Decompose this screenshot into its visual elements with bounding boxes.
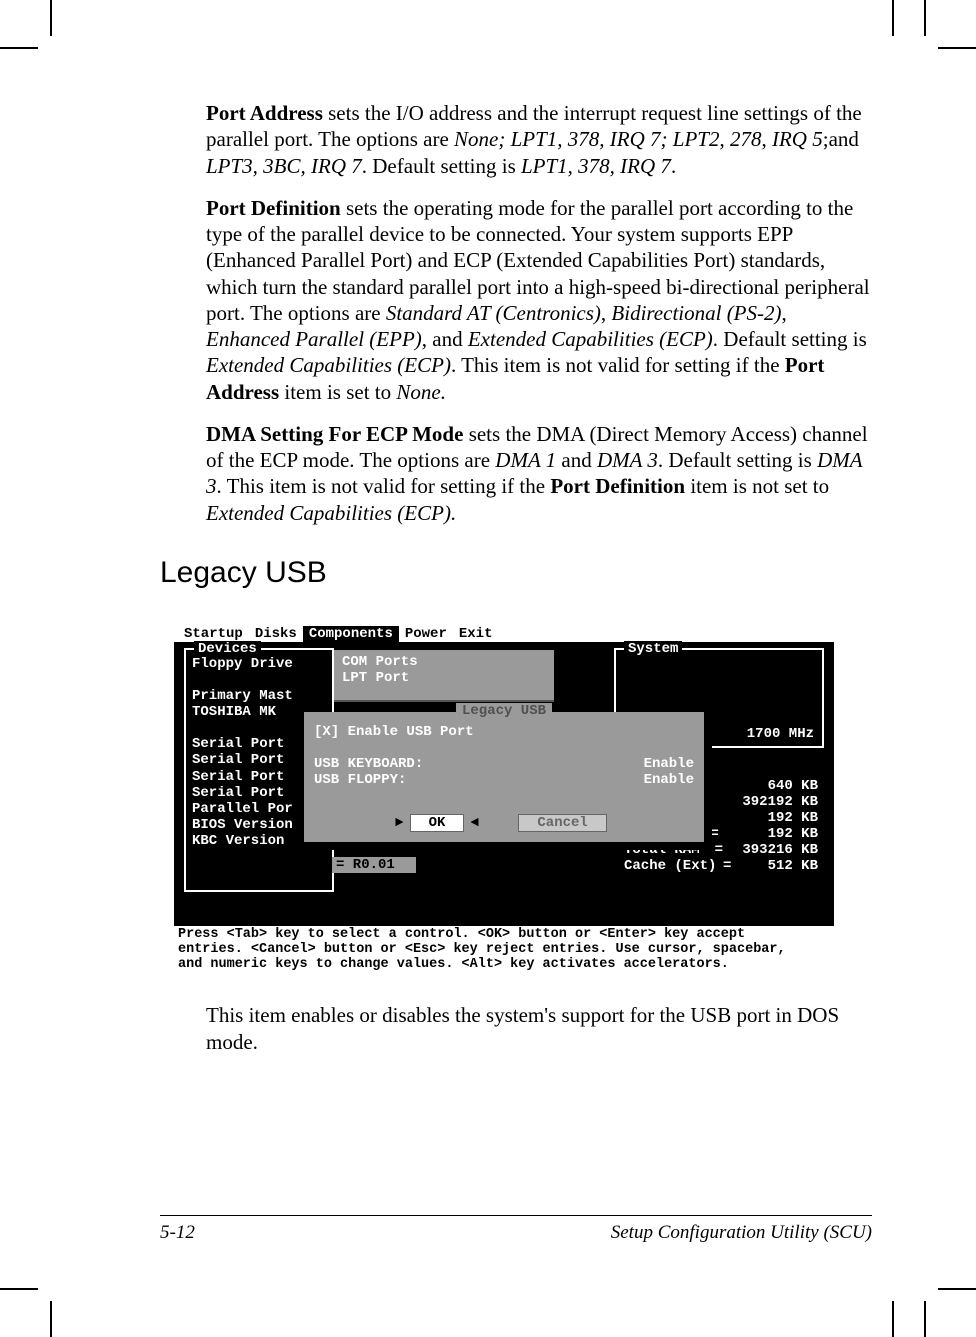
ok-button[interactable]: OK bbox=[410, 814, 465, 832]
bios-screenshot: StartupDisksComponentsPowerExit Devices … bbox=[174, 626, 870, 975]
bios-menu-bar: StartupDisksComponentsPowerExit bbox=[174, 626, 834, 642]
device-line: Primary Mast bbox=[192, 688, 328, 704]
components-submenu: COM Ports LPT Port bbox=[334, 650, 554, 702]
cache-ext-label: Cache (Ext) bbox=[624, 858, 716, 874]
cache-ext-value: 512 KB bbox=[738, 858, 818, 874]
usb-keyboard-label: USB KEYBOARD: bbox=[314, 756, 423, 772]
system-cpu-speed: 1700 MHz bbox=[747, 726, 814, 742]
menu-disks[interactable]: Disks bbox=[249, 626, 303, 642]
footer-page-number: 5-12 bbox=[160, 1222, 195, 1244]
dialog-title: Legacy USB bbox=[456, 703, 552, 719]
submenu-com-ports[interactable]: COM Ports bbox=[342, 654, 546, 670]
footer-title: Setup Configuration Utility (SCU) bbox=[611, 1222, 872, 1244]
memory-value: 192 KB bbox=[738, 810, 818, 826]
menu-power[interactable]: Power bbox=[399, 626, 453, 642]
system-panel-title: System bbox=[624, 641, 682, 657]
devices-panel-title: Devices bbox=[194, 641, 261, 657]
total-ram-value: 393216 KB bbox=[738, 842, 818, 858]
menu-startup[interactable]: Startup bbox=[178, 626, 249, 642]
menu-components[interactable]: Components bbox=[303, 626, 399, 642]
paragraph-port-address: Port Address sets the I/O address and th… bbox=[206, 100, 870, 179]
paragraph-legacy-usb-desc: This item enables or disables the system… bbox=[206, 1002, 870, 1055]
usb-keyboard-value[interactable]: Enable bbox=[644, 756, 694, 772]
device-line: Floppy Drive bbox=[192, 656, 328, 672]
cancel-button[interactable]: Cancel bbox=[518, 814, 606, 832]
usb-floppy-value[interactable]: Enable bbox=[644, 772, 694, 788]
memory-value: 192 KB bbox=[738, 826, 818, 842]
submenu-lpt-port[interactable]: LPT Port bbox=[342, 670, 546, 686]
section-heading-legacy-usb: Legacy USB bbox=[160, 556, 870, 590]
enable-usb-port-checkbox[interactable]: [X] Enable USB Port bbox=[314, 724, 474, 740]
usb-floppy-label: USB FLOPPY: bbox=[314, 772, 406, 788]
menu-exit[interactable]: Exit bbox=[453, 626, 499, 642]
kbc-version-value: = R0.01 bbox=[332, 857, 416, 873]
memory-value: 640 KB bbox=[738, 778, 818, 794]
legacy-usb-dialog: Legacy USB [X] Enable USB Port USB KEYBO… bbox=[304, 712, 704, 842]
paragraph-port-definition: Port Definition sets the operating mode … bbox=[206, 195, 870, 405]
memory-value: 392192 KB bbox=[738, 794, 818, 810]
page-footer: 5-12 Setup Configuration Utility (SCU) bbox=[160, 1215, 872, 1244]
bios-status-bar: Press <Tab> key to select a control. <OK… bbox=[174, 926, 834, 975]
paragraph-dma-setting: DMA Setting For ECP Mode sets the DMA (D… bbox=[206, 421, 870, 526]
